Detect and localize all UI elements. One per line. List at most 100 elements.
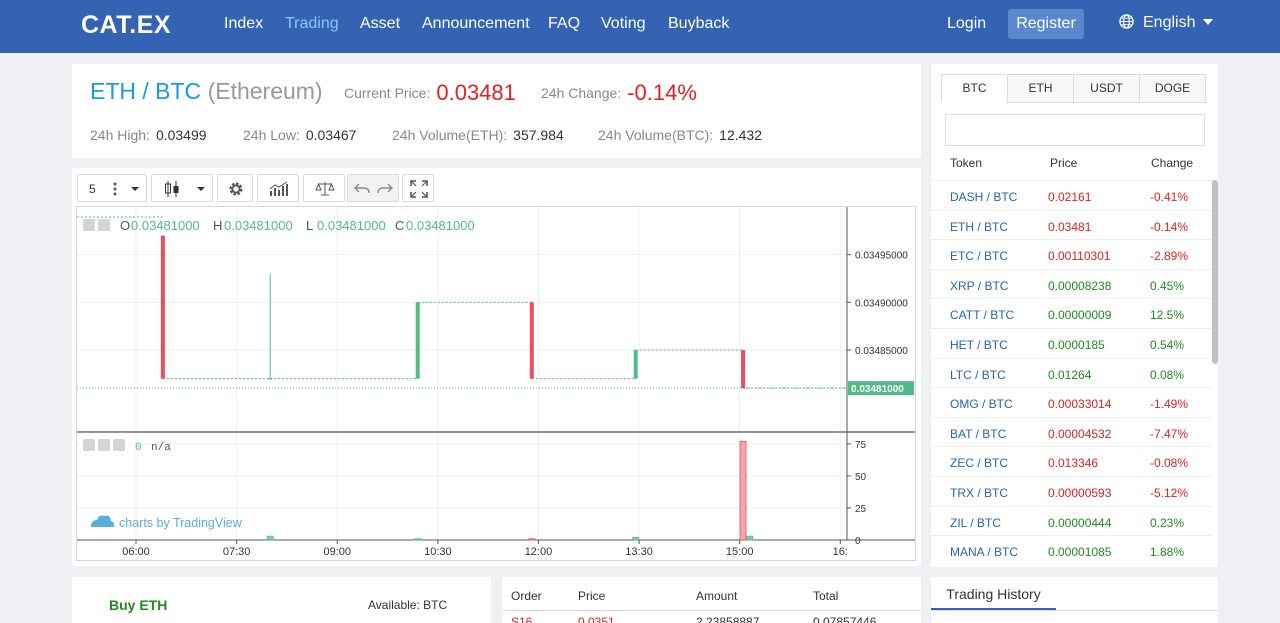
- price-tick-label: 0.03490000: [855, 298, 908, 309]
- market-price: 0.01264: [1048, 367, 1092, 382]
- ohlc-legend-label: C: [395, 218, 404, 233]
- chart-settings-button[interactable]: [217, 174, 253, 202]
- nav-link-trading[interactable]: Trading: [285, 15, 339, 33]
- caret-down-icon: [197, 187, 205, 191]
- volume-tick-label: 75: [855, 440, 867, 451]
- market-row[interactable]: BAT / BTC 0.00004532 -7.47%: [931, 416, 1212, 447]
- last-price-label: 0.03481000: [851, 384, 904, 395]
- register-button[interactable]: Register: [1008, 9, 1084, 39]
- market-row[interactable]: TRX / BTC 0.00000593 -5.12%: [931, 476, 1212, 506]
- market-token: ZIL / BTC: [950, 515, 1001, 530]
- market-row[interactable]: MANA / BTC 0.00001085 1.88%: [931, 535, 1212, 565]
- market-price: 0.00004532: [1048, 426, 1112, 441]
- candle-body: [741, 350, 746, 389]
- chart-background: [77, 207, 915, 560]
- volume-tick-label: 50: [855, 472, 867, 483]
- login-link[interactable]: Login: [947, 15, 986, 33]
- market-tab-doge[interactable]: DOGE: [1139, 74, 1206, 103]
- fullscreen-button[interactable]: [402, 174, 434, 202]
- market-row[interactable]: OMG / BTC 0.00033014 -1.49%: [931, 387, 1212, 417]
- order-total: 0.07857446: [813, 615, 877, 623]
- col-header-total: Total: [813, 589, 839, 603]
- market-change: -0.08%: [1150, 456, 1189, 471]
- fullscreen-icon: [410, 180, 428, 198]
- interval-value: 5: [89, 182, 96, 196]
- tradingview-watermark: charts by TradingView: [119, 516, 243, 530]
- market-row[interactable]: LTC / BTC 0.01264 0.08%: [931, 357, 1212, 388]
- stat-value: 0.03467: [305, 127, 357, 143]
- stat-24h-volume-eth: 24h Volume(ETH): 357.984: [392, 127, 564, 143]
- time-tick-label: 07:30: [223, 546, 251, 558]
- col-header-token: Token: [950, 156, 983, 170]
- stat-24h-high: 24h High: 0.03499: [90, 127, 207, 143]
- market-row[interactable]: CATT / BTC 0.00000009 12.5%: [931, 298, 1212, 328]
- market-row[interactable]: ETH / BTC 0.03481 -0.14%: [931, 209, 1212, 240]
- market-row[interactable]: ZEC / BTC 0.013346 -0.08%: [931, 446, 1212, 476]
- market-change: -7.47%: [1150, 426, 1189, 441]
- tradingview-chart[interactable]: 0.03495000 0.03490000 0.03485000 75 50 25 0 06:…: [76, 206, 916, 561]
- market-tab-eth[interactable]: ETH: [1007, 74, 1074, 103]
- candle-body: [268, 378, 273, 380]
- col-header-amount: Amount: [696, 589, 738, 603]
- candle-body: [633, 350, 638, 379]
- market-row[interactable]: ZIL / BTC 0.00000444 0.23%: [931, 505, 1212, 536]
- buy-title: Buy ETH: [109, 597, 168, 613]
- market-price: 0.00000444: [1048, 515, 1112, 530]
- order-price: 0.0351: [578, 615, 615, 623]
- tab-trading-history[interactable]: Trading History: [931, 577, 1056, 610]
- daily-change-label: 24h Change:: [541, 85, 622, 101]
- order-amount: 2.23858887: [696, 615, 760, 623]
- ohlc-legend-value: 0.03481000: [317, 218, 386, 233]
- market-price: 0.00001085: [1048, 545, 1112, 560]
- interval-selector[interactable]: 5: [77, 174, 147, 202]
- top-navbar: CAT.EX Index Trading Asset Announcement …: [0, 0, 1280, 53]
- candle-style-button[interactable]: [151, 174, 213, 202]
- site-logo[interactable]: CAT.EX: [81, 11, 171, 40]
- nav-link-announcement[interactable]: Announcement: [422, 15, 530, 33]
- market-change: 0.45%: [1150, 278, 1185, 293]
- indicators-button[interactable]: [257, 174, 299, 202]
- market-list-scrollbar[interactable]: [1212, 180, 1218, 364]
- pair-name: (Ethereum): [207, 78, 323, 104]
- current-price-label: Current Price:: [344, 85, 431, 101]
- time-tick-label: 15:00: [726, 546, 754, 558]
- nav-link-asset[interactable]: Asset: [360, 15, 400, 33]
- header-divider: [502, 610, 921, 611]
- trading-history-panel: Trading History: [931, 577, 1218, 623]
- nav-link-buyback[interactable]: Buyback: [668, 15, 729, 33]
- col-header-change: Change: [1151, 156, 1194, 170]
- language-selector[interactable]: English: [1119, 14, 1214, 36]
- market-tab-btc[interactable]: BTC: [941, 74, 1008, 103]
- market-change: 0.54%: [1150, 338, 1185, 352]
- market-change: -2.89%: [1150, 249, 1189, 264]
- language-label: English: [1143, 14, 1196, 31]
- redo-icon[interactable]: [377, 182, 393, 196]
- market-row[interactable]: HET / BTC 0.0000185 0.54%: [931, 328, 1212, 358]
- stat-label: 24h Volume(ETH):: [392, 127, 508, 143]
- stat-24h-low: 24h Low: 0.03467: [243, 127, 356, 143]
- market-row[interactable]: ETC / BTC 0.00110301 -2.89%: [931, 239, 1212, 269]
- nav-link-voting[interactable]: Voting: [601, 15, 645, 33]
- market-tab-usdt[interactable]: USDT: [1073, 74, 1140, 103]
- undo-icon[interactable]: [354, 182, 370, 196]
- buy-panel: Buy ETH Available: BTC: [72, 577, 491, 623]
- legend-control-icon: [98, 219, 110, 231]
- order-id: S16: [511, 615, 533, 623]
- market-row[interactable]: DASH / BTC 0.02161 -0.41%: [931, 180, 1212, 210]
- order-book-panel: Order Price Amount Total S16 0.0351 2.23…: [502, 577, 921, 623]
- undo-redo-group: [347, 174, 399, 202]
- market-search-input[interactable]: [945, 114, 1205, 146]
- ohlc-legend-value: 0.03481000: [406, 218, 475, 233]
- nav-link-index[interactable]: Index: [224, 15, 263, 33]
- col-header-price: Price: [1050, 156, 1078, 170]
- caret-down-icon: [131, 187, 139, 191]
- daily-change-value: -0.14%: [627, 80, 697, 105]
- nav-link-faq[interactable]: FAQ: [548, 15, 580, 33]
- compare-button[interactable]: [303, 174, 345, 202]
- price-chart-canvas[interactable]: 0.03495000 0.03490000 0.03485000 75 50 25 0 06:…: [77, 207, 915, 560]
- col-header-price: Price: [578, 589, 606, 603]
- stat-value: 0.03499: [155, 127, 207, 143]
- market-change: 12.5%: [1150, 308, 1185, 323]
- volume-bar: [528, 538, 536, 541]
- market-row[interactable]: XRP / BTC 0.00008238 0.45%: [931, 268, 1212, 299]
